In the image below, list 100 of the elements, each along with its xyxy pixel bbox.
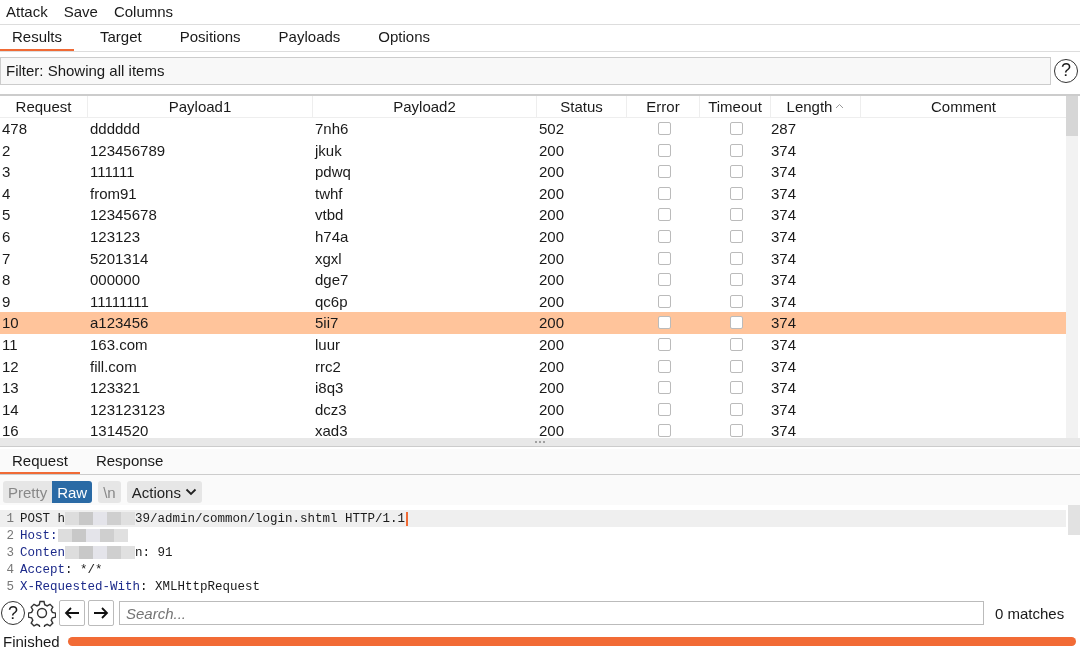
- table-row[interactable]: 2 123456789 jkuk 200 374: [0, 139, 1066, 161]
- table-row[interactable]: 16 1314520 xad3 200 374: [0, 420, 1066, 438]
- line-number: 2: [5, 528, 14, 543]
- forward-button[interactable]: [88, 600, 114, 627]
- code-text: 39/admin/common/login.shtml HTTP/1.1: [135, 511, 406, 526]
- table-cell: 374: [771, 400, 797, 418]
- table-row[interactable]: 7 5201314 xgxl 200 374: [0, 247, 1066, 269]
- code-text: n: 91: [135, 545, 173, 560]
- table-cell: fill.com: [90, 357, 137, 375]
- table-row[interactable]: 12 fill.com rrc2 200 374: [0, 355, 1066, 377]
- table-cell: h74a: [315, 227, 349, 245]
- table-cell: 7nh6: [315, 120, 349, 137]
- table-cell: 12: [2, 357, 19, 375]
- settings-icon[interactable]: [28, 599, 56, 628]
- table-cell: 374: [771, 335, 797, 353]
- table-row[interactable]: 4 from91 twhf 200 374: [0, 182, 1066, 205]
- table-cell: 13: [2, 379, 19, 397]
- menu-item[interactable]: Columns: [113, 1, 174, 22]
- table-row[interactable]: 6 123123 h74a 200 374: [0, 225, 1066, 248]
- column-header[interactable]: Payload1: [88, 95, 313, 117]
- column-header[interactable]: Length: [771, 95, 861, 117]
- column-header[interactable]: Payload2: [313, 95, 537, 117]
- table-row[interactable]: 5 12345678 vtbd 200 374: [0, 204, 1066, 226]
- header-name: X-Requested-With: [20, 579, 141, 594]
- table-row[interactable]: 10 a123456 5ii7 200 374: [0, 312, 1066, 334]
- table-cell: 200: [539, 227, 565, 245]
- table-cell: 200: [539, 292, 565, 310]
- tab[interactable]: Positions: [167, 24, 253, 51]
- table-cell: 2: [2, 141, 11, 159]
- header-name: Accept: [20, 562, 65, 577]
- caret-icon: [184, 488, 197, 497]
- column-header[interactable]: Comment: [861, 95, 1066, 117]
- table-cell: 374: [771, 206, 797, 224]
- tab[interactable]: Options: [366, 24, 443, 51]
- table-cell: 287: [771, 120, 797, 137]
- table-cell: 9: [2, 292, 11, 310]
- table-row[interactable]: 13 123321 i8q3 200 374: [0, 376, 1066, 399]
- filter-bar[interactable]: Filter: Showing all items: [0, 56, 1051, 85]
- menu-item[interactable]: Save: [63, 1, 98, 22]
- status-text: Finished: [3, 632, 60, 650]
- table-cell: 200: [539, 206, 565, 224]
- table-row[interactable]: 14 123123123 dcz3 200 374: [0, 398, 1066, 420]
- table-cell: 163.com: [90, 335, 148, 353]
- redaction-blur: [57, 529, 128, 543]
- code-editor[interactable]: 1 POST h 39/admin/common/login.shtml HTTP/1.1 2 Host: 3 Conten n: 91 4 Accept: */* 5 X-Requested-With: XMLHttpRequest: [0, 505, 1080, 599]
- scrollbar-thumb[interactable]: [1066, 95, 1078, 136]
- column-header[interactable]: Error: [627, 95, 700, 117]
- tab[interactable]: Payloads: [266, 24, 353, 51]
- view-button[interactable]: Raw: [52, 481, 93, 504]
- table-cell: xad3: [315, 422, 348, 438]
- table-cell: 200: [539, 249, 565, 267]
- table-cell: 374: [771, 379, 797, 397]
- table-cell: from91: [90, 184, 137, 202]
- table-cell: 374: [771, 184, 797, 202]
- table-cell: twhf: [315, 184, 343, 202]
- table-cell: 374: [771, 249, 797, 267]
- table-row[interactable]: 8 000000 dge7 200 374: [0, 268, 1066, 291]
- table-cell: 000000: [90, 271, 141, 289]
- actions-button[interactable]: Actions: [126, 481, 202, 504]
- line-number: 3: [5, 545, 14, 560]
- table-cell: 6: [2, 227, 11, 245]
- tab[interactable]: Target: [88, 24, 154, 51]
- table-cell: dddddd: [90, 120, 141, 137]
- table-row[interactable]: 9 11111111 qc6p 200 374: [0, 290, 1066, 313]
- line-number: 5: [5, 579, 14, 594]
- table-cell: 123123: [90, 227, 141, 245]
- table-cell: 200: [539, 335, 565, 353]
- column-header[interactable]: Timeout: [700, 95, 771, 117]
- scrollbar[interactable]: [1068, 505, 1080, 536]
- table-row[interactable]: 478 dddddd 7nh6 502 287: [0, 117, 1066, 140]
- search-field[interactable]: Search...: [119, 601, 984, 626]
- splitter-handle-icon[interactable]: [534, 439, 546, 444]
- table-cell: 502: [539, 120, 565, 137]
- column-header[interactable]: Request: [0, 95, 88, 117]
- table-cell: vtbd: [315, 206, 344, 224]
- table-row[interactable]: 11 163.com luur 200 374: [0, 333, 1066, 356]
- table-cell: 5201314: [90, 249, 149, 267]
- table-cell: 5: [2, 206, 11, 224]
- table-cell: luur: [315, 335, 340, 353]
- table-cell: jkuk: [315, 141, 342, 159]
- table-cell: 200: [539, 357, 565, 375]
- table-cell: 11: [2, 335, 18, 353]
- back-button[interactable]: [59, 600, 85, 627]
- table-cell: 374: [771, 422, 797, 438]
- redaction-blur: [65, 512, 135, 526]
- table-cell: 200: [539, 184, 565, 202]
- tab[interactable]: Response: [83, 448, 176, 475]
- scrollbar[interactable]: [1066, 95, 1078, 438]
- table-cell: 200: [539, 400, 565, 418]
- table-row[interactable]: 3 111111 pdwq 200 374: [0, 160, 1066, 183]
- table-cell: dge7: [315, 271, 349, 289]
- code-text: : XMLHttpRequest: [140, 579, 261, 594]
- table-cell: 374: [771, 292, 797, 310]
- tab[interactable]: Results: [0, 24, 75, 51]
- column-header[interactable]: Status: [537, 95, 627, 117]
- menu-item[interactable]: Attack: [6, 1, 48, 22]
- table-cell: 1314520: [90, 422, 149, 438]
- back-arrow-icon: [64, 606, 80, 621]
- table-cell: pdwq: [315, 163, 351, 181]
- table-cell: 200: [539, 141, 565, 159]
